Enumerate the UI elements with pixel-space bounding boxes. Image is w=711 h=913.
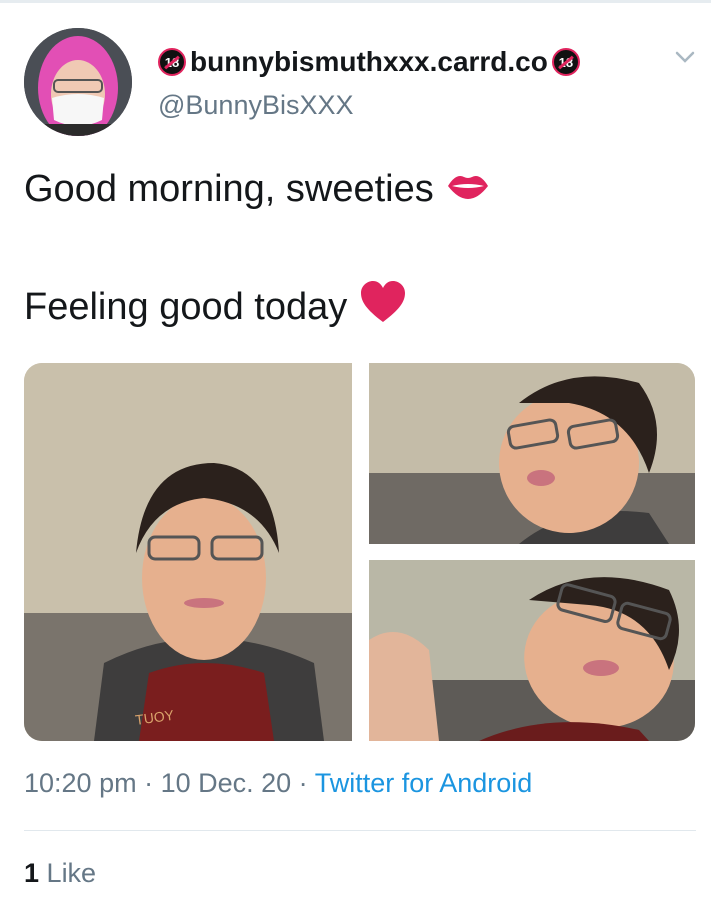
display-name-row[interactable]: 18 bunnybismuthxxx.carrd.co 18 [158,42,580,82]
meta-separator: · [136,768,161,798]
photo-1[interactable]: TUOY [24,363,352,741]
avatar[interactable] [24,28,132,136]
top-divider [0,0,711,3]
tweet-text-line1: Good morning, sweeties [24,168,434,210]
red-heart-icon [359,280,407,334]
tweet-source-link[interactable]: Twitter for Android [315,768,533,798]
photo-3[interactable] [369,560,695,741]
tweet-text-line2: Feeling good today [24,285,348,328]
divider [24,830,696,831]
photo-2[interactable] [369,363,695,544]
chevron-down-icon[interactable] [672,44,698,70]
age-18-badge-icon: 18 [551,48,580,76]
like-count: 1 [24,858,40,888]
like-label: Like [46,858,97,888]
age-18-badge-icon: 18 [158,48,186,76]
tweet-date[interactable]: 10 Dec. 20 [161,768,292,798]
tweet-text-line: Feeling good today [24,280,407,334]
tweet-text-line: Good morning, sweeties [24,168,490,211]
meta-separator: · [291,768,315,798]
display-name[interactable]: bunnybismuthxxx.carrd.co [190,46,548,78]
user-handle[interactable]: @BunnyBisXXX [158,90,354,121]
tweet-time[interactable]: 10:20 pm [24,768,137,798]
tweet-meta: 10:20 pm · 10 Dec. 20 · Twitter for Andr… [24,768,532,799]
likes-summary[interactable]: 1 Like [24,858,96,889]
kiss-lips-icon [446,168,490,211]
